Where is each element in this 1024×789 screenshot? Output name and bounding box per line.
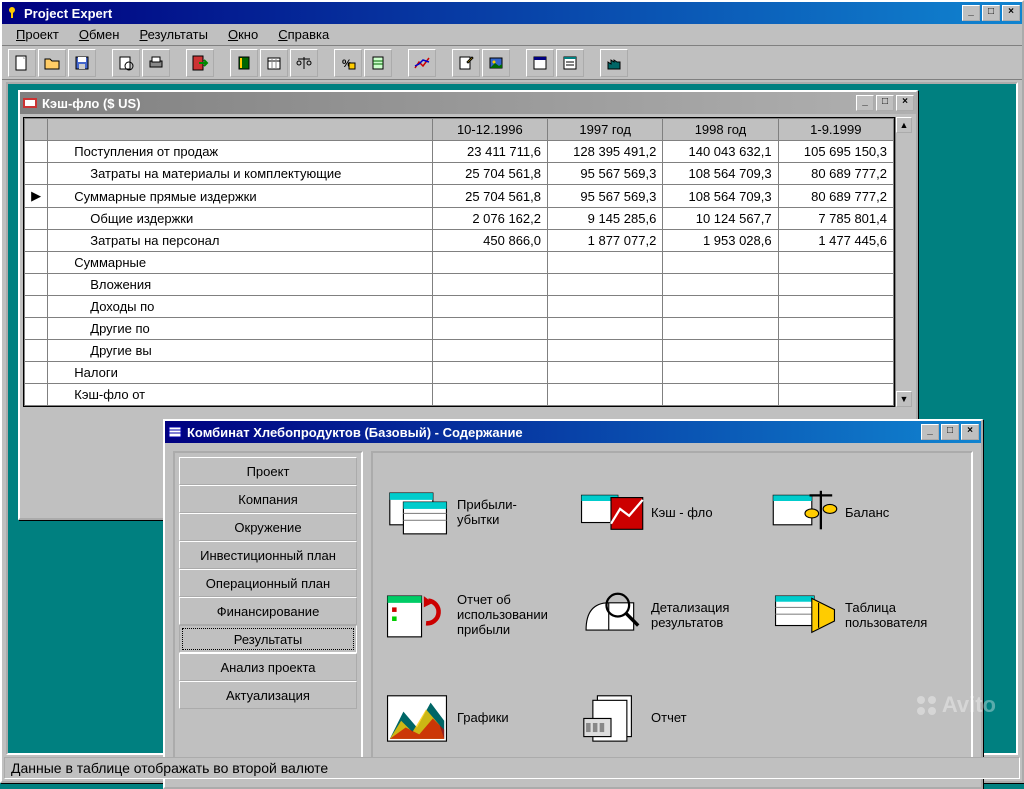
nav-column: ПроектКомпанияОкружениеИнвестиционный пл… (173, 451, 363, 779)
app-title: Project Expert (24, 6, 960, 21)
new-icon[interactable] (8, 49, 36, 77)
sheet-icon[interactable] (364, 49, 392, 77)
menu-results[interactable]: Результаты (129, 25, 217, 44)
content-maximize-button[interactable]: □ (941, 424, 959, 440)
result-icon-1[interactable]: Кэш - фло (577, 463, 767, 562)
table-row[interactable]: Затраты на материалы и комплектующие25 7… (25, 163, 894, 185)
cashflow-titlebar[interactable]: Кэш-фло ($ US) _ □ × (20, 92, 916, 114)
table-row[interactable]: Доходы по (25, 296, 894, 318)
percent-icon[interactable]: % (334, 49, 362, 77)
table-row[interactable]: Налоги (25, 362, 894, 384)
table-row[interactable]: Общие издержки2 076 162,29 145 285,610 1… (25, 208, 894, 230)
calendar-icon[interactable] (260, 49, 288, 77)
exit-icon[interactable] (186, 49, 214, 77)
table-row[interactable]: Кэш-фло от (25, 384, 894, 406)
main-titlebar[interactable]: Project Expert _ □ × (2, 2, 1022, 24)
table-row[interactable]: Затраты на персонал450 866,01 877 077,21… (25, 230, 894, 252)
result-label: Детализациярезультатов (651, 600, 729, 630)
nav-button-6[interactable]: Результаты (179, 625, 357, 653)
menu-exchange[interactable]: Обмен (69, 25, 130, 44)
result-pictogram-icon (383, 484, 451, 540)
cashflow-close-button[interactable]: × (896, 95, 914, 111)
table-row[interactable]: Вложения (25, 274, 894, 296)
cashflow-maximize-button[interactable]: □ (876, 95, 894, 111)
mdi-workspace: Кэш-фло ($ US) _ □ × 10-12.19961997 год1… (6, 82, 1018, 755)
result-label: Баланс (845, 505, 889, 520)
result-label: Отчет (651, 710, 687, 725)
nav-button-7[interactable]: Анализ проекта (179, 653, 357, 681)
cashflow-grid[interactable]: 10-12.19961997 год1998 год1-9.1999Поступ… (23, 117, 895, 407)
result-pictogram-icon (383, 690, 451, 746)
result-label: Таблицапользователя (845, 600, 927, 630)
table-row[interactable]: Другие по (25, 318, 894, 340)
balance-icon[interactable] (290, 49, 318, 77)
result-icon-7[interactable]: Отчет (577, 668, 767, 767)
table-row[interactable]: Суммарные (25, 252, 894, 274)
content-title: Комбинат Хлебопродуктов (Базовый) - Соде… (187, 425, 919, 440)
result-icon-3[interactable]: Отчет обиспользованииприбыли (383, 566, 573, 665)
list-icon[interactable] (556, 49, 584, 77)
menubar: Проект Обмен Результаты Окно Справка (2, 24, 1022, 46)
result-label: Графики (457, 710, 509, 725)
table-row[interactable]: ▶Суммарные прямые издержки25 704 561,895… (25, 185, 894, 208)
result-label: Прибыли-убытки (457, 497, 517, 527)
cashflow-title: Кэш-фло ($ US) (42, 96, 854, 111)
result-pictogram-icon (577, 484, 645, 540)
menu-project[interactable]: Проект (6, 25, 69, 44)
nav-button-1[interactable]: Компания (179, 485, 357, 513)
result-icon-5[interactable]: Таблицапользователя (771, 566, 961, 665)
result-pictogram-icon (577, 690, 645, 746)
nav-button-2[interactable]: Окружение (179, 513, 357, 541)
close-button[interactable]: × (1002, 5, 1020, 21)
result-pictogram-icon (771, 587, 839, 643)
menu-window[interactable]: Окно (218, 25, 268, 44)
content-icon (167, 424, 183, 440)
content-close-button[interactable]: × (961, 424, 979, 440)
save-icon[interactable] (68, 49, 96, 77)
nav-button-4[interactable]: Операционный план (179, 569, 357, 597)
result-label: Кэш - фло (651, 505, 713, 520)
nav-button-0[interactable]: Проект (179, 457, 357, 485)
maximize-button[interactable]: □ (982, 5, 1000, 21)
result-label: Отчет обиспользованииприбыли (457, 592, 548, 637)
result-pictogram-icon (771, 484, 839, 540)
icon-panel: Прибыли-убытки Кэш - фло Баланс Отчет обисп… (371, 451, 973, 779)
scroll-up-icon[interactable]: ▲ (896, 117, 912, 133)
table-row[interactable]: Другие вы (25, 340, 894, 362)
picture-icon[interactable] (482, 49, 510, 77)
result-icon-4[interactable]: Детализациярезультатов (577, 566, 767, 665)
print-icon[interactable] (142, 49, 170, 77)
chart-line-icon[interactable] (408, 49, 436, 77)
nav-button-5[interactable]: Финансирование (179, 597, 357, 625)
result-icon-0[interactable]: Прибыли-убытки (383, 463, 573, 562)
statusbar: Данные в таблице отображать во второй ва… (4, 757, 1020, 779)
result-icon-2[interactable]: Баланс (771, 463, 961, 562)
nav-button-8[interactable]: Актуализация (179, 681, 357, 709)
content-minimize-button[interactable]: _ (921, 424, 939, 440)
preview-icon[interactable] (112, 49, 140, 77)
result-pictogram-icon (577, 587, 645, 643)
nav-button-3[interactable]: Инвестиционный план (179, 541, 357, 569)
cashflow-icon (22, 95, 38, 111)
status-text: Данные в таблице отображать во второй ва… (11, 760, 328, 776)
cashflow-minimize-button[interactable]: _ (856, 95, 874, 111)
content-titlebar[interactable]: Комбинат Хлебопродуктов (Базовый) - Соде… (165, 421, 981, 443)
open-icon[interactable] (38, 49, 66, 77)
main-window: Project Expert _ □ × Проект Обмен Резуль… (0, 0, 1024, 783)
minimize-button[interactable]: _ (962, 5, 980, 21)
toolbar: % (2, 46, 1022, 80)
form-icon[interactable] (526, 49, 554, 77)
factory-icon[interactable] (600, 49, 628, 77)
content-window: Комбинат Хлебопродуктов (Базовый) - Соде… (163, 419, 983, 789)
result-icon-6[interactable]: Графики (383, 668, 573, 767)
book-icon[interactable] (230, 49, 258, 77)
app-icon (4, 5, 20, 21)
scroll-down-icon[interactable]: ▼ (896, 391, 912, 407)
menu-help[interactable]: Справка (268, 25, 339, 44)
table-row[interactable]: Поступления от продаж23 411 711,6128 395… (25, 141, 894, 163)
edit-doc-icon[interactable] (452, 49, 480, 77)
result-pictogram-icon (383, 587, 451, 643)
vertical-scrollbar[interactable]: ▲ ▼ (895, 117, 913, 407)
